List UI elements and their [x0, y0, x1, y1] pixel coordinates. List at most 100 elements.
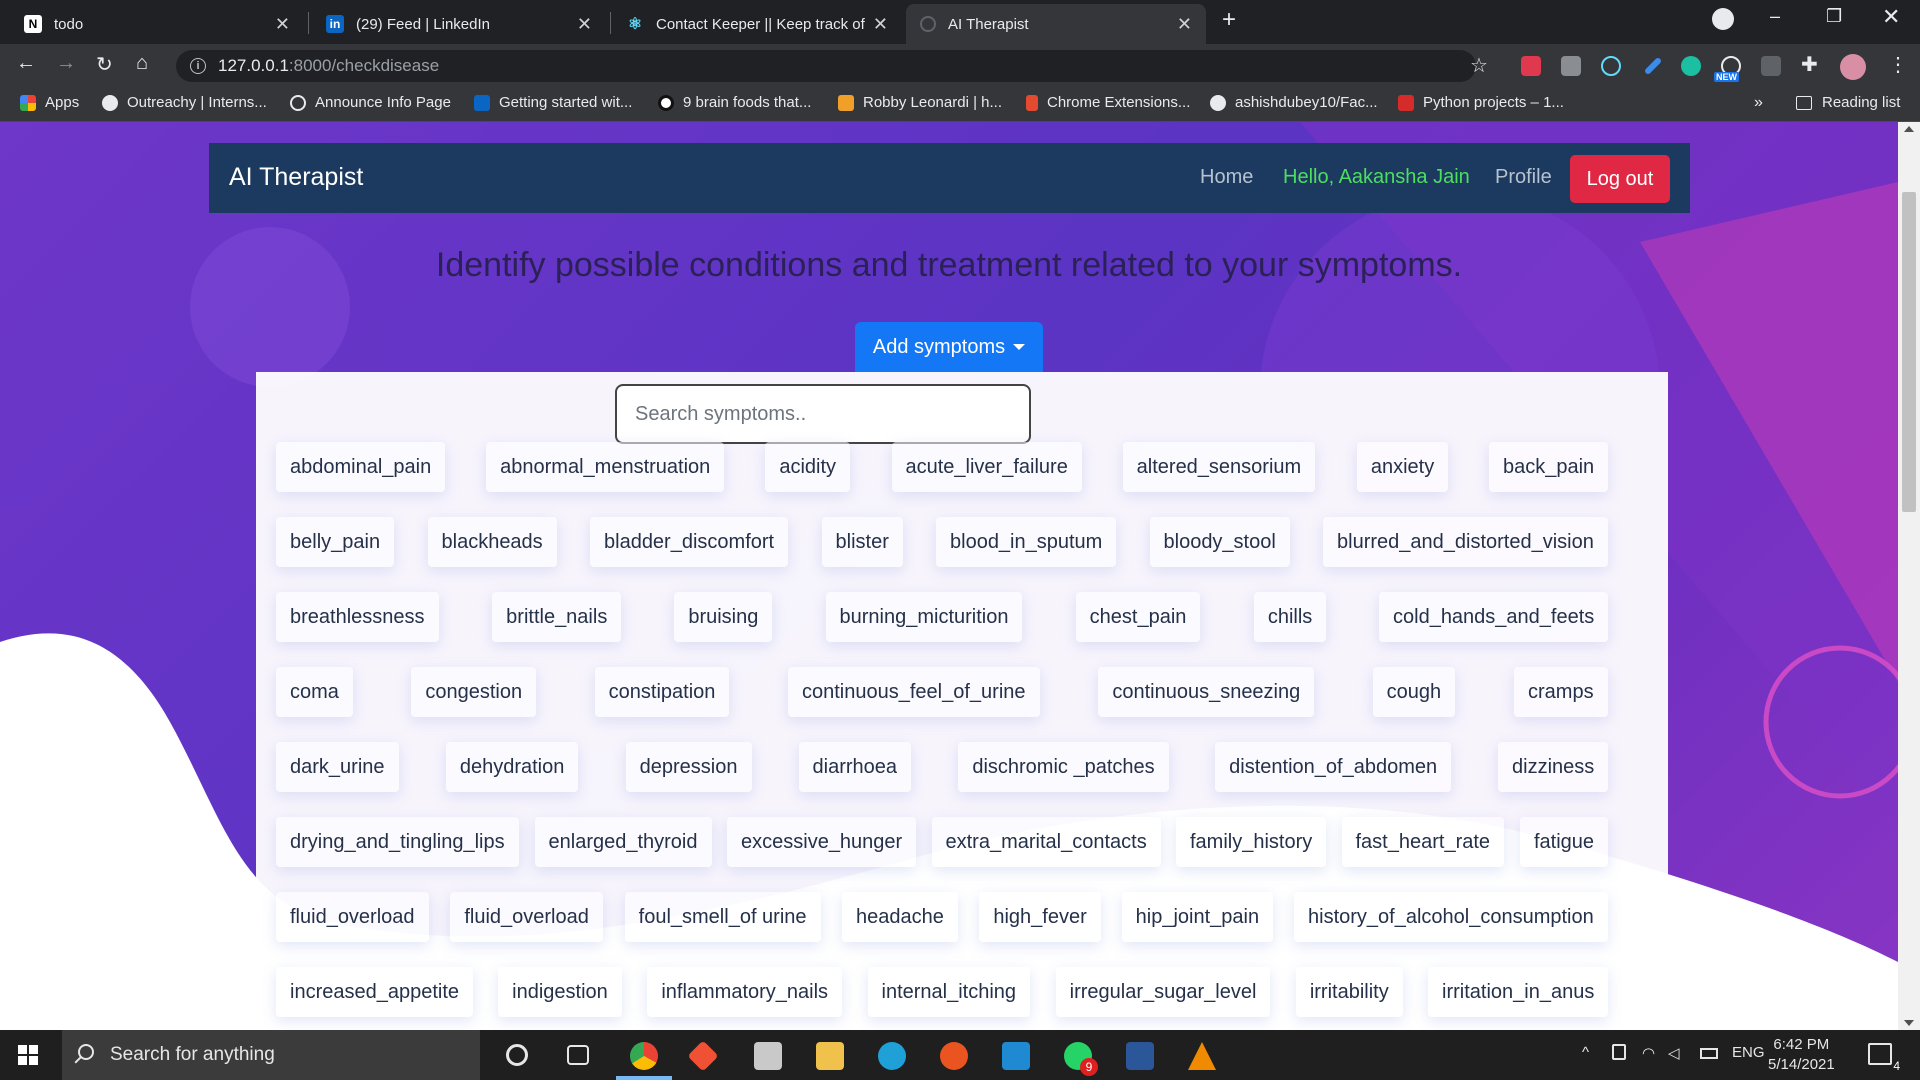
git-icon[interactable]: [687, 1040, 719, 1072]
symptom-option[interactable]: blood_in_sputum: [936, 517, 1117, 567]
chrome-taskbar-icon[interactable]: [630, 1042, 658, 1070]
tab-search-icon[interactable]: [1712, 8, 1734, 30]
symptom-option[interactable]: acute_liver_failure: [891, 442, 1082, 492]
close-icon[interactable]: ✕: [873, 14, 888, 35]
bookmark-python-projects[interactable]: Python projects – 1...: [1398, 94, 1564, 111]
nav-home[interactable]: Home: [1200, 166, 1253, 189]
symptom-option[interactable]: bladder_discomfort: [590, 517, 789, 567]
symptom-option[interactable]: internal_itching: [867, 967, 1031, 1017]
tab-ai-therapist[interactable]: AI Therapist ✕: [906, 4, 1206, 44]
symptom-option[interactable]: cramps: [1514, 667, 1608, 717]
windows-start-icon[interactable]: [18, 1045, 38, 1065]
site-brand[interactable]: AI Therapist: [229, 163, 363, 192]
scroll-down-arrow-icon[interactable]: [1904, 1020, 1914, 1026]
vlc-icon[interactable]: [1188, 1042, 1216, 1070]
bookmark-announce[interactable]: Announce Info Page: [290, 94, 451, 111]
task-view-icon[interactable]: [567, 1045, 589, 1065]
symptom-option[interactable]: altered_sensorium: [1122, 442, 1316, 492]
symptom-option[interactable]: irritation_in_anus: [1428, 967, 1609, 1017]
extension-icon[interactable]: [1561, 56, 1581, 76]
scroll-up-arrow-icon[interactable]: [1904, 126, 1914, 132]
symptom-option[interactable]: irregular_sugar_level: [1055, 967, 1271, 1017]
close-icon[interactable]: ✕: [1177, 14, 1192, 35]
symptom-option[interactable]: belly_pain: [276, 517, 395, 567]
symptom-option[interactable]: cough: [1372, 667, 1456, 717]
symptom-option[interactable]: blister: [821, 517, 903, 567]
address-bar[interactable]: i 127.0.0.1:8000/checkdisease: [176, 50, 1476, 82]
symptom-option[interactable]: distention_of_abdomen: [1215, 742, 1452, 792]
symptom-option[interactable]: bloody_stool: [1149, 517, 1290, 567]
symptom-option[interactable]: fluid_overload: [450, 892, 603, 942]
restore-icon[interactable]: ❐: [1826, 6, 1842, 27]
symptom-option[interactable]: blurred_and_distorted_vision: [1323, 517, 1608, 567]
system-clock[interactable]: 6:42 PM 5/14/2021: [1768, 1035, 1835, 1075]
word-icon[interactable]: [1126, 1042, 1154, 1070]
device-icon[interactable]: [1612, 1044, 1626, 1060]
page-scrollbar[interactable]: [1898, 122, 1920, 1030]
reading-list-button[interactable]: Reading list: [1796, 94, 1900, 111]
symptom-option[interactable]: dark_urine: [276, 742, 399, 792]
volume-icon[interactable]: ◁: [1668, 1044, 1680, 1062]
symptom-option[interactable]: dischromic _patches: [958, 742, 1169, 792]
store-icon[interactable]: [754, 1042, 782, 1070]
window-close-icon[interactable]: ✕: [1882, 4, 1900, 30]
symptom-option[interactable]: breathlessness: [276, 592, 439, 642]
symptom-option[interactable]: fluid_overload: [276, 892, 429, 942]
symptom-option[interactable]: anxiety: [1356, 442, 1449, 492]
home-icon[interactable]: ⌂: [136, 52, 148, 75]
tab-todo[interactable]: N todo ✕: [10, 4, 304, 44]
back-icon[interactable]: ←: [16, 52, 36, 75]
close-icon[interactable]: ✕: [577, 14, 592, 35]
nav-profile[interactable]: Profile: [1495, 166, 1552, 189]
more-menu-icon[interactable]: ⋮: [1888, 52, 1908, 77]
symptom-option[interactable]: excessive_hunger: [727, 817, 917, 867]
symptom-option[interactable]: inflammatory_nails: [647, 967, 843, 1017]
bookmark-github[interactable]: ashishdubey10/Fac...: [1210, 94, 1378, 111]
symptom-option[interactable]: drying_and_tingling_lips: [276, 817, 519, 867]
symptom-option[interactable]: constipation: [594, 667, 730, 717]
language-indicator[interactable]: ENG: [1732, 1044, 1765, 1061]
symptom-option[interactable]: fast_heart_rate: [1341, 817, 1505, 867]
symptom-option[interactable]: family_history: [1176, 817, 1327, 867]
symptom-option[interactable]: increased_appetite: [276, 967, 474, 1017]
add-symptoms-button[interactable]: Add symptoms: [855, 322, 1043, 372]
profile-avatar[interactable]: [1840, 54, 1866, 80]
symptom-option[interactable]: extra_marital_contacts: [931, 817, 1161, 867]
bookmarks-overflow-icon[interactable]: »: [1754, 94, 1763, 112]
logout-button[interactable]: Log out: [1570, 155, 1670, 203]
symptom-option[interactable]: foul_smell_of urine: [624, 892, 821, 942]
edge-icon[interactable]: [878, 1042, 906, 1070]
scroll-thumb[interactable]: [1902, 192, 1916, 512]
symptom-option[interactable]: fatigue: [1520, 817, 1609, 867]
symptom-option[interactable]: hip_joint_pain: [1121, 892, 1274, 942]
symptom-option[interactable]: acidity: [765, 442, 851, 492]
battery-icon[interactable]: [1700, 1048, 1718, 1059]
puzzle-icon[interactable]: ✚: [1801, 52, 1821, 76]
wifi-icon[interactable]: ◠: [1642, 1044, 1655, 1062]
reload-icon[interactable]: ↻: [96, 52, 113, 77]
file-explorer-icon[interactable]: [816, 1042, 844, 1070]
symptom-option[interactable]: history_of_alcohol_consumption: [1294, 892, 1608, 942]
symptom-option[interactable]: irritability: [1295, 967, 1403, 1017]
symptom-option[interactable]: dehydration: [445, 742, 579, 792]
forward-icon[interactable]: →: [56, 52, 76, 75]
bookmark-outreachy[interactable]: Outreachy | Interns...: [102, 94, 267, 111]
symptom-option[interactable]: headache: [842, 892, 958, 942]
grammar-extension-icon[interactable]: [1761, 56, 1781, 76]
new-tab-button[interactable]: +: [1222, 6, 1236, 34]
show-hidden-icons-icon[interactable]: ^: [1582, 1044, 1589, 1061]
symptom-option[interactable]: diarrhoea: [798, 742, 912, 792]
vscode-icon[interactable]: [1002, 1042, 1030, 1070]
taskbar-search-box[interactable]: Search for anything: [62, 1030, 480, 1080]
pen-extension-icon[interactable]: [1643, 56, 1663, 76]
symptom-option[interactable]: high_fever: [979, 892, 1101, 942]
symptom-option[interactable]: bruising: [674, 592, 773, 642]
symptom-option[interactable]: cold_hands_and_feets: [1379, 592, 1609, 642]
symptom-option[interactable]: blackheads: [427, 517, 557, 567]
symptom-option[interactable]: depression: [625, 742, 752, 792]
tab-linkedin[interactable]: in (29) Feed | LinkedIn ✕: [312, 4, 606, 44]
bookmark-robby[interactable]: Robby Leonardi | h...: [838, 94, 1002, 111]
cortana-icon[interactable]: [506, 1044, 528, 1066]
tab-contact-keeper[interactable]: ⚛ Contact Keeper || Keep track of y ✕: [612, 4, 902, 44]
ubuntu-icon[interactable]: [940, 1042, 968, 1070]
